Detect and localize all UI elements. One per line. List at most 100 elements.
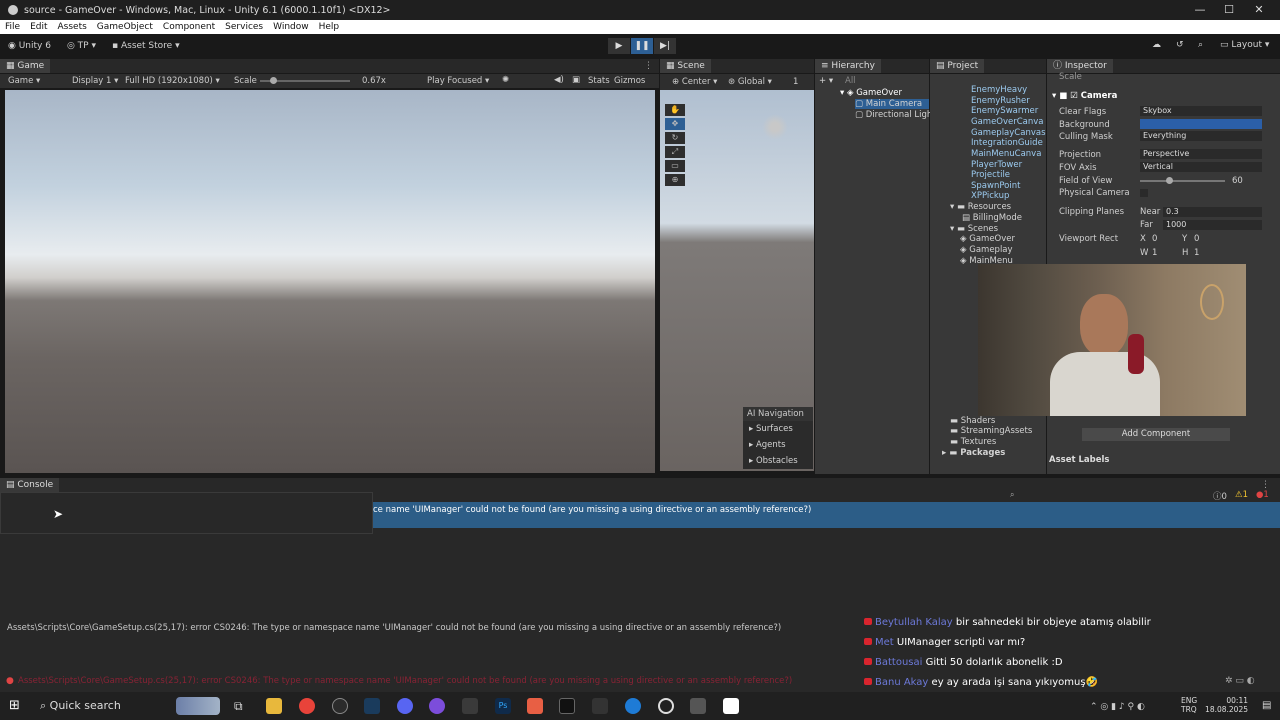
project-item[interactable]: Projectile xyxy=(971,170,1010,180)
audio-icon[interactable]: ◀) xyxy=(554,75,564,85)
console-more-icon[interactable]: ⋮ xyxy=(1261,480,1280,490)
global-dropdown[interactable]: ⊛ Global ▾ xyxy=(728,77,772,87)
vr-x-field[interactable]: 0 xyxy=(1152,234,1157,244)
project-item[interactable]: XPPickup xyxy=(971,191,1009,201)
windows-start-icon[interactable]: ⊞ xyxy=(9,698,20,713)
minimize-button[interactable]: — xyxy=(1185,0,1215,20)
menu-assets[interactable]: Assets xyxy=(53,22,92,32)
scale-tool-icon[interactable]: ⤢ xyxy=(665,146,685,158)
folder-streamingassets[interactable]: ▬ StreamingAssets xyxy=(950,426,1032,436)
browser-icon[interactable] xyxy=(625,698,641,714)
folder-scenes[interactable]: ▾ ▬ Scenes xyxy=(950,224,998,234)
warning-count-badge[interactable]: ⚠1 xyxy=(1235,490,1248,500)
fov-slider-thumb[interactable] xyxy=(1166,177,1173,184)
asset-store-button[interactable]: ▪ Asset Store ▾ xyxy=(104,41,188,51)
menu-component[interactable]: Component xyxy=(158,22,220,32)
fov-slider[interactable] xyxy=(1140,180,1225,182)
project-item[interactable]: ▤ BillingMode xyxy=(962,213,1022,223)
scene-gizmo[interactable] xyxy=(760,112,790,142)
layout-dropdown[interactable]: ▭ Layout ▾ xyxy=(1212,40,1277,50)
add-component-button[interactable]: Add Component xyxy=(1082,428,1230,441)
menu-help[interactable]: Help xyxy=(314,22,345,32)
file-explorer-icon[interactable] xyxy=(266,698,282,714)
menu-gameobject[interactable]: GameObject xyxy=(92,22,158,32)
step-button[interactable]: ▶| xyxy=(654,38,676,54)
tab-game[interactable]: ▦ Game xyxy=(0,59,51,73)
fov-axis-dropdown[interactable]: Vertical xyxy=(1140,162,1262,172)
far-field[interactable]: 1000 xyxy=(1163,220,1262,230)
hierarchy-main-camera[interactable]: ▢ Main Camera xyxy=(855,99,929,109)
hand-tool-icon[interactable]: ✋ xyxy=(665,104,685,116)
near-field[interactable]: 0.3 xyxy=(1163,207,1262,217)
display-dropdown[interactable]: Display 1 ▾ xyxy=(72,76,118,86)
menu-window[interactable]: Window xyxy=(268,22,314,32)
language-indicator[interactable]: ENG TRQ xyxy=(1181,696,1197,714)
background-color-field[interactable] xyxy=(1140,119,1262,129)
search-icon[interactable]: ⌕ xyxy=(1190,40,1211,50)
unity-icon[interactable] xyxy=(690,698,706,714)
folder-packages[interactable]: ▸ ▬ Packages xyxy=(942,448,1005,458)
project-item[interactable]: EnemySwarmer xyxy=(971,106,1038,116)
rotate-tool-icon[interactable]: ↻ xyxy=(665,132,685,144)
display-icon[interactable]: ▣ xyxy=(572,75,580,85)
scale-slider-thumb[interactable] xyxy=(270,77,277,84)
info-count-badge[interactable]: ⓘ0 xyxy=(1213,490,1227,502)
nav-surfaces[interactable]: ▸ Surfaces xyxy=(743,421,813,437)
system-tray-icons[interactable]: ⌃ ◎ ▮ ♪ ⚲ ◐ xyxy=(1090,702,1145,712)
menu-file[interactable]: File xyxy=(0,22,25,32)
clear-flags-dropdown[interactable]: Skybox xyxy=(1140,106,1262,116)
nav-agents[interactable]: ▸ Agents xyxy=(743,437,813,453)
photoshop-icon[interactable]: Ps xyxy=(495,698,511,714)
physical-camera-checkbox[interactable] xyxy=(1140,189,1148,197)
transform-tool-icon[interactable]: ⊕ xyxy=(665,174,685,186)
history-icon[interactable]: ↺ xyxy=(1168,40,1192,50)
nav-obstacles[interactable]: ▸ Obstacles xyxy=(743,453,813,469)
github-icon[interactable] xyxy=(429,698,445,714)
game-mode-dropdown[interactable]: Game ▾ xyxy=(8,76,40,86)
tab-scene[interactable]: ▦ Scene xyxy=(660,59,711,73)
error-count-badge[interactable]: ●1 xyxy=(1256,490,1269,500)
game-viewport[interactable] xyxy=(5,90,655,473)
console-search-icon[interactable]: ⌕ xyxy=(1010,490,1014,500)
rect-tool-icon[interactable]: ▭ xyxy=(665,160,685,172)
tab-hierarchy[interactable]: ≡ Hierarchy xyxy=(815,59,881,73)
fov-value[interactable]: 60 xyxy=(1232,176,1243,186)
task-view-icon[interactable]: ⧉ xyxy=(234,699,243,714)
hierarchy-search[interactable]: All xyxy=(845,76,856,86)
asset-labels-header[interactable]: Asset Labels xyxy=(1049,455,1109,465)
project-item[interactable]: EnemyHeavy xyxy=(971,85,1027,95)
folder-textures[interactable]: ▬ Textures xyxy=(950,437,996,447)
more-icon[interactable]: ⋮ xyxy=(644,61,659,71)
rider-icon[interactable] xyxy=(332,698,348,714)
scene-asset[interactable]: ◈ Gameplay xyxy=(960,245,1013,255)
chrome-icon[interactable] xyxy=(299,698,315,714)
play-focused-dropdown[interactable]: Play Focused ▾ xyxy=(427,76,489,86)
account-dropdown[interactable]: ◎ TP ▾ xyxy=(59,41,104,51)
hierarchy-scene-root[interactable]: ▾ ◈ GameOver xyxy=(840,88,902,98)
discord-icon[interactable] xyxy=(397,698,413,714)
settings-icon[interactable] xyxy=(592,698,608,714)
clock[interactable]: 00:11 18.08.2025 xyxy=(1204,696,1248,714)
projection-dropdown[interactable]: Perspective xyxy=(1140,149,1262,159)
app-icon[interactable] xyxy=(527,698,543,714)
project-item[interactable]: GameplayCanvas xyxy=(971,128,1046,138)
project-item[interactable]: IntegrationGuide xyxy=(971,138,1043,148)
close-button[interactable]: ✕ xyxy=(1244,0,1274,20)
project-item[interactable]: PlayerTower xyxy=(971,160,1022,170)
folder-shaders[interactable]: ▬ Shaders xyxy=(950,416,995,426)
vr-h-field[interactable]: 1 xyxy=(1194,248,1199,258)
hierarchy-directional-light[interactable]: ▢ Directional Light xyxy=(855,110,936,120)
tab-console[interactable]: ▤ Console xyxy=(0,478,60,492)
taskbar-search[interactable]: ⌕ Quick search xyxy=(40,699,121,713)
unity-account-button[interactable]: ◉ Unity 6 xyxy=(0,41,59,51)
project-item[interactable]: MainMenuCanva xyxy=(971,149,1041,159)
vr-w-field[interactable]: 1 xyxy=(1152,248,1157,258)
cloud-icon[interactable]: ☁ xyxy=(1144,40,1169,50)
project-item[interactable]: GameOverCanva xyxy=(971,117,1044,127)
app-icon[interactable] xyxy=(723,698,739,714)
terminal-icon[interactable] xyxy=(559,698,575,714)
add-object-button[interactable]: + ▾ xyxy=(819,76,833,86)
move-tool-icon[interactable]: ✥ xyxy=(665,118,685,130)
gizmos-dropdown[interactable]: Gizmos xyxy=(614,76,645,86)
console-error-row-selected[interactable]: ce name 'UIManager' could not be found (… xyxy=(373,502,1280,528)
